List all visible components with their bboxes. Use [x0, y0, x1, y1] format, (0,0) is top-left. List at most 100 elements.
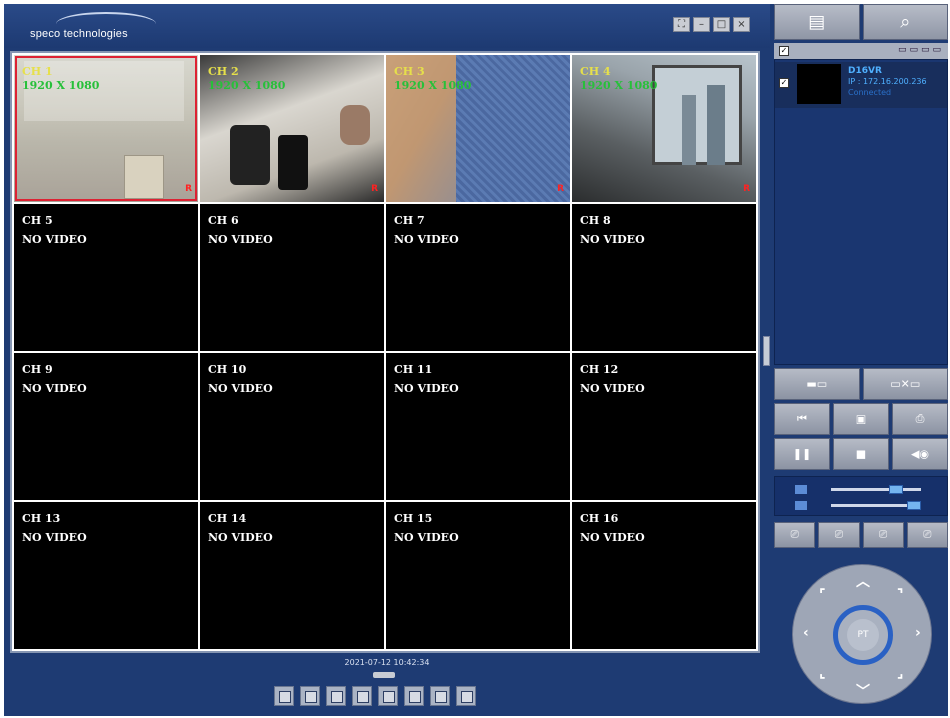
channel-label: CH 8 — [580, 214, 611, 227]
channel-cell[interactable]: CH 11 NO VIDEO — [386, 353, 570, 500]
camera-icon: ⎚ — [834, 529, 843, 541]
search-icon: ⌕ — [900, 11, 911, 33]
channel-cell[interactable]: CH 10 NO VIDEO — [200, 353, 384, 500]
channel-cell[interactable]: CH 1 1920 X 1080 R — [14, 55, 198, 202]
disconnect-button[interactable]: ▭✕▭ — [862, 368, 948, 400]
arrow-down-right-icon[interactable]: ⌟ — [897, 665, 904, 681]
search-button[interactable]: ⌕ — [862, 4, 948, 40]
volume-slider-knob[interactable] — [889, 485, 903, 494]
channel-resolution: 1920 X 1080 — [208, 79, 286, 92]
connect-button[interactable]: ▬▭ — [774, 368, 860, 400]
channel-resolution: 1920 X 1080 — [580, 79, 658, 92]
layout-10-icon[interactable] — [404, 686, 424, 706]
layout-1-icon[interactable] — [274, 686, 294, 706]
channel-cell[interactable]: CH 12 NO VIDEO — [572, 353, 756, 500]
arrow-down-left-icon[interactable]: ⌞ — [819, 665, 826, 681]
channel-resolution: 1920 X 1080 — [22, 79, 100, 92]
channel-cell[interactable]: CH 7 NO VIDEO — [386, 204, 570, 351]
layout-6-icon[interactable] — [352, 686, 372, 706]
audio-icon: ◀◉ — [910, 447, 930, 461]
arrow-left-icon[interactable]: ‹ — [803, 625, 809, 641]
connect-icon: ▬▭ — [806, 377, 828, 391]
ptz-center-button[interactable]: PT — [847, 619, 879, 651]
audio-button[interactable]: ◀◉ — [892, 438, 948, 470]
camera-button-2[interactable]: ⎚ — [818, 522, 860, 548]
arrow-up-left-icon[interactable]: ⌜ — [819, 587, 826, 603]
device-thumbnail — [797, 64, 841, 104]
device-icon: ▤ — [808, 11, 826, 33]
ptz-joystick[interactable]: ︿ ﹀ ‹ › ⌜ ⌝ ⌞ ⌟ PT — [792, 564, 932, 704]
channel-cell[interactable]: CH 14 NO VIDEO — [200, 502, 384, 649]
channel-cell[interactable]: CH 13 NO VIDEO — [14, 502, 198, 649]
snapshot-button[interactable]: ▣ — [833, 403, 889, 435]
layout-16-icon[interactable] — [456, 686, 476, 706]
channel-cell[interactable]: CH 15 NO VIDEO — [386, 502, 570, 649]
arrow-up-right-icon[interactable]: ⌝ — [897, 587, 904, 603]
record-indicator: R — [743, 184, 750, 194]
camera-button-4[interactable]: ⎚ — [906, 522, 948, 548]
no-video-text: NO VIDEO — [22, 382, 87, 395]
app-window: speco technologies ⛶ – □ × CH 1 1920 X 1… — [4, 4, 948, 716]
logo-text: speco technologies — [30, 28, 128, 40]
channel-cell[interactable]: CH 9 NO VIDEO — [14, 353, 198, 500]
no-video-text: NO VIDEO — [208, 531, 273, 544]
playback-row-2: ❚❚ ■ ◀◉ — [774, 438, 948, 470]
channel-label: CH 9 — [22, 363, 53, 376]
record-button[interactable]: ⎙ — [892, 403, 948, 435]
toolbar-handle[interactable] — [373, 672, 395, 678]
channel-cell[interactable]: CH 2 1920 X 1080 R — [200, 55, 384, 202]
device-list-item[interactable]: ✓ D16VR IP : 172.16.200.236 Connected — [775, 62, 947, 108]
channel-cell[interactable]: CH 16 NO VIDEO — [572, 502, 756, 649]
channel-label: CH 5 — [22, 214, 53, 227]
video-grid: CH 1 1920 X 1080 R CH 2 1920 X 1080 R CH… — [10, 51, 760, 653]
volume-sliders — [774, 476, 948, 516]
channel-cell[interactable]: CH 3 1920 X 1080 R — [386, 55, 570, 202]
device-manager-button[interactable]: ▤ — [774, 4, 860, 40]
layout-4-icon[interactable] — [300, 686, 320, 706]
select-all-checkbox[interactable]: ✓ — [779, 46, 789, 56]
channel-label: CH 4 — [580, 65, 611, 78]
device-ip: IP : 172.16.200.236 — [848, 77, 927, 86]
close-button[interactable]: × — [733, 17, 750, 32]
list-action-icons[interactable]: ▭▭▭▭ — [898, 45, 944, 55]
layout-9-icon[interactable] — [326, 686, 346, 706]
camera-buttons-row: ⎚ ⎚ ⎚ ⎚ — [774, 522, 948, 548]
microphone-icon — [795, 501, 807, 510]
channel-cell[interactable]: CH 6 NO VIDEO — [200, 204, 384, 351]
arrow-down-icon[interactable]: ﹀ — [856, 681, 870, 701]
layout-13-icon[interactable] — [430, 686, 450, 706]
channel-label: CH 16 — [580, 512, 619, 525]
minimize-button[interactable]: – — [693, 17, 710, 32]
rewind-button[interactable]: ⏮ — [774, 403, 830, 435]
channel-label: CH 2 — [208, 65, 239, 78]
channel-cell[interactable]: CH 8 NO VIDEO — [572, 204, 756, 351]
channel-label: CH 12 — [580, 363, 619, 376]
mic-slider-knob[interactable] — [907, 501, 921, 510]
fullscreen-button[interactable]: ⛶ — [673, 17, 690, 32]
disconnect-icon: ▭✕▭ — [890, 377, 921, 391]
camera-button-1[interactable]: ⎚ — [774, 522, 816, 548]
ptz-ring: PT — [833, 605, 893, 665]
channel-label: CH 7 — [394, 214, 425, 227]
record-indicator: R — [371, 184, 378, 194]
record-icon: ⎙ — [915, 412, 925, 425]
snapshot-icon: ▣ — [855, 412, 867, 426]
camera-icon: ⎚ — [879, 529, 888, 541]
maximize-button[interactable]: □ — [713, 17, 730, 32]
channel-label: CH 14 — [208, 512, 247, 525]
camera-button-3[interactable]: ⎚ — [862, 522, 904, 548]
arrow-right-icon[interactable]: › — [915, 625, 921, 641]
record-indicator: R — [185, 184, 192, 194]
layout-8-icon[interactable] — [378, 686, 398, 706]
no-video-text: NO VIDEO — [580, 531, 645, 544]
device-checkbox[interactable]: ✓ — [779, 78, 789, 88]
title-bar: speco technologies ⛶ – □ × — [4, 4, 770, 48]
panel-collapse-handle[interactable] — [763, 336, 770, 366]
timestamp: 2021-07-12 10:42:34 — [344, 658, 430, 667]
pause-button[interactable]: ❚❚ — [774, 438, 830, 470]
volume-track[interactable] — [831, 488, 921, 491]
channel-cell[interactable]: CH 5 NO VIDEO — [14, 204, 198, 351]
stop-button[interactable]: ■ — [833, 438, 889, 470]
channel-cell[interactable]: CH 4 1920 X 1080 R — [572, 55, 756, 202]
arrow-up-icon[interactable]: ︿ — [856, 571, 870, 591]
